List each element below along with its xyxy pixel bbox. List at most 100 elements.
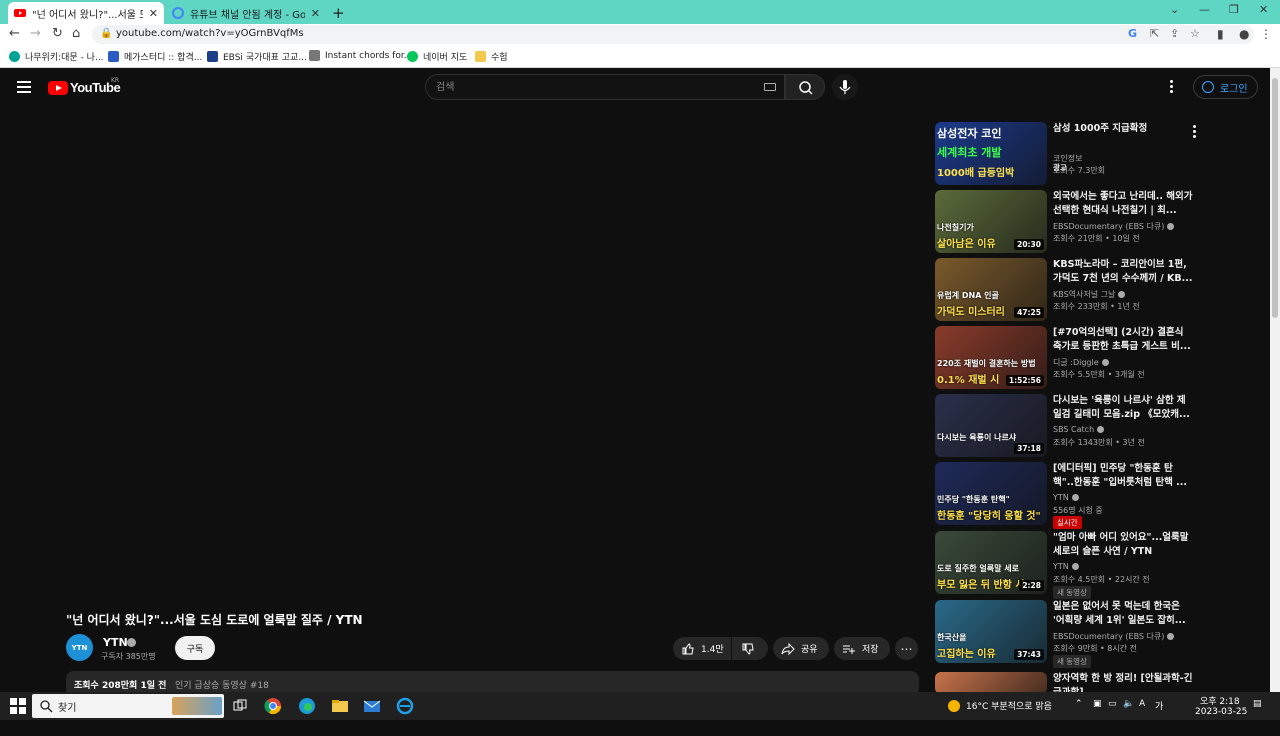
share-page-icon[interactable]: ⇪ (1170, 27, 1179, 40)
video-thumbnail[interactable]: 나전칠기가 살아남은 이유 20:30 (935, 190, 1047, 253)
new-tab-icon[interactable]: + (332, 4, 345, 22)
video-thumbnail[interactable]: 도로 질주한 얼룩말 세로 부모 잃은 뒤 반항 시 2:28 (935, 531, 1047, 594)
recommendation-channel[interactable]: EBSDocumentary (EBS 다큐) (1053, 221, 1175, 232)
video-thumbnail[interactable]: 220조 재벌이 결혼하는 방법 0.1% 재벌 시 1:52:56 (935, 326, 1047, 389)
bookmark-naver-map[interactable]: 네이버 지도 (407, 50, 467, 63)
recommendation-card[interactable]: 삼성전자 코인 세계최초 개발 1000배 급등임박 삼성 1000주 지급확정 코인정… (935, 122, 1210, 186)
recommendation-title[interactable]: 일본은 없어서 못 먹는데 한국은 '어획량 세계 1위' 일본도 잡히... (1053, 600, 1193, 628)
recommendation-card[interactable]: 유럽계 DNA 인골 가덕도 미스터리 47:25 KBS파노라마 – 코리안이브 1… (935, 258, 1210, 322)
scrollbar-thumb[interactable] (1272, 78, 1278, 318)
chrome-menu-icon[interactable]: ⋮ (1260, 27, 1272, 41)
install-app-icon[interactable]: ⇱ (1150, 27, 1159, 40)
network-icon[interactable]: ▭ (1108, 699, 1117, 709)
recommendation-title[interactable]: [에디터픽] 민주당 "한동훈 탄핵"..한동훈 "입버릇처럼 탄핵 ... (1053, 462, 1193, 490)
subscribe-button[interactable]: 구독 (175, 636, 215, 660)
video-thumbnail[interactable]: 민주당 "한동훈 탄핵" 한동훈 "당당히 응할 것" (935, 462, 1047, 525)
page-scrollbar[interactable] (1270, 68, 1280, 692)
recommendation-title[interactable]: 다시보는 '육룡이 나르샤' 삼한 제일검 길태미 모음.zip 《모았캐... (1053, 394, 1193, 422)
browser-tab-youtube[interactable]: "넌 어디서 왔니?"...서울 도심 도 ✕ (8, 2, 164, 24)
recommendation-card[interactable]: 민주당 "한동훈 탄핵" 한동훈 "당당히 응할 것" [에디터픽] 민주당 "한동… (935, 462, 1210, 529)
recommendation-title[interactable]: KBS파노라마 – 코리안이브 1편, 가덕도 7천 년의 수수께끼 / KB.… (1053, 258, 1193, 286)
internet-explorer-icon[interactable] (396, 697, 414, 715)
recommendation-card[interactable]: 220조 재벌이 결혼하는 방법 0.1% 재벌 시 1:52:56 [#70억의선택… (935, 326, 1210, 390)
recommendation-card[interactable]: 한국산을 고집하는 이유 37:43 일본은 없어서 못 먹는데 한국은 '어획량 세… (935, 600, 1210, 668)
clock-date[interactable]: 2023-03-25 (1195, 707, 1247, 717)
trending-label[interactable]: 인기 급상승 동영상 #18 (175, 678, 269, 691)
weather-text[interactable]: 16°C 부분적으로 맑음 (966, 699, 1052, 712)
recommendation-channel[interactable]: YTN (1053, 562, 1079, 571)
task-view-icon[interactable] (231, 697, 249, 715)
clock-time[interactable]: 오후 2:18 (1200, 694, 1240, 707)
taskbar-search[interactable]: 찾기 (32, 694, 224, 718)
bookmark-folder-exam[interactable]: 수험 (475, 50, 508, 63)
ime-icon[interactable]: A (1139, 699, 1145, 709)
menu-icon[interactable] (17, 81, 31, 93)
recommendation-card[interactable]: 도로 질주한 얼룩말 세로 부모 잃은 뒤 반항 시 2:28 "엄마 아빠 어디 있… (935, 531, 1210, 599)
mail-icon[interactable] (363, 697, 381, 715)
tab-search-icon[interactable]: ⌄ (1170, 3, 1179, 16)
tray-overflow-icon[interactable]: ⌃ (1075, 699, 1083, 709)
recommendation-channel[interactable]: YTN (1053, 493, 1079, 502)
recommendation-channel[interactable]: 디글 :Diggle (1053, 357, 1109, 368)
home-icon[interactable]: ⌂ (72, 26, 80, 41)
minimize-icon[interactable]: — (1199, 3, 1210, 16)
settings-more-icon[interactable] (1170, 80, 1174, 94)
login-button[interactable]: 로그인 (1193, 75, 1258, 99)
bookmark-instant-chords[interactable]: Instant chords for... (309, 50, 412, 61)
video-player[interactable] (0, 108, 930, 598)
google-lens-icon[interactable]: G (1128, 27, 1137, 40)
recommendation-card[interactable]: 나전칠기가 살아남은 이유 20:30 외국에서는 좋다고 난리데.. 해외가 선택한… (935, 190, 1210, 254)
browser-tab-google[interactable]: 유튜브 채널 안됨 계정 - Google ✕ (166, 2, 326, 24)
video-thumbnail[interactable]: 한국산을 고집하는 이유 37:43 (935, 600, 1047, 663)
windows-start-icon[interactable] (9, 697, 27, 715)
thumbnail-caption: 세계최초 개발 (937, 146, 1002, 159)
video-thumbnail[interactable]: 삼성전자 코인 세계최초 개발 1000배 급등임박 (935, 122, 1047, 185)
profile-icon[interactable]: ● (1239, 27, 1249, 41)
recommendation-title[interactable]: 삼성 1000주 지급확정 (1053, 122, 1193, 136)
bookmark-megastudy[interactable]: 메가스터디 :: 합격... (108, 50, 202, 63)
close-tab-icon[interactable]: ✕ (311, 7, 320, 20)
address-bar[interactable]: 🔒 youtube.com/watch?v=yOGrnBVqfMs G ⇱ ⇪ … (92, 25, 1254, 44)
close-window-icon[interactable]: ✕ (1259, 3, 1268, 16)
share-button[interactable]: 공유 (773, 637, 829, 660)
recommendation-channel[interactable]: KBS역사저널 그날 (1053, 289, 1126, 300)
youtube-logo[interactable]: YouTube KR (48, 77, 121, 95)
channel-avatar[interactable]: YTN (66, 634, 93, 661)
back-icon[interactable]: ← (9, 26, 20, 41)
voice-search-button[interactable] (832, 74, 858, 100)
chrome-icon[interactable] (264, 697, 282, 715)
volume-icon[interactable]: 🔈 (1123, 699, 1134, 709)
weather-icon[interactable] (945, 697, 963, 715)
search-input[interactable] (436, 78, 756, 96)
recommendation-title[interactable]: [#70억의선택] (2시간) 결혼식 축가로 등판한 초특급 게스트 비... (1053, 326, 1193, 354)
edge-icon[interactable] (298, 697, 316, 715)
save-button[interactable]: 저장 (834, 637, 890, 660)
more-actions-button[interactable]: ⋯ (895, 637, 918, 660)
bookmark-namuwiki[interactable]: 나무위키:대문 - 나... (9, 50, 104, 63)
side-panel-icon[interactable]: ▮ (1217, 27, 1224, 41)
bookmark-star-icon[interactable]: ☆ (1190, 27, 1200, 40)
ad-more-icon[interactable] (1193, 125, 1197, 140)
video-thumbnail[interactable]: 유럽계 DNA 인골 가덕도 미스터리 47:25 (935, 258, 1047, 321)
like-button[interactable]: 1.4만 (673, 637, 731, 660)
video-thumbnail[interactable]: 다시보는 육룡이 나르샤 37:18 (935, 394, 1047, 457)
bookmark-ebsi[interactable]: EBSi 국가대표 고교... (207, 50, 307, 63)
search-button[interactable] (785, 74, 825, 100)
restore-icon[interactable]: ❐ (1229, 3, 1239, 16)
ime-han-icon[interactable]: 가 (1155, 699, 1163, 712)
channel-name[interactable]: YTN (103, 636, 128, 649)
tray-app-icon[interactable]: ▣ (1093, 699, 1102, 709)
recommendation-channel[interactable]: EBSDocumentary (EBS 다큐) (1053, 631, 1175, 642)
forward-icon[interactable]: → (30, 26, 41, 41)
video-thumbnail[interactable] (935, 672, 1047, 694)
recommendation-channel[interactable]: SBS Catch (1053, 425, 1105, 434)
recommendation-title[interactable]: "엄마 아빠 어디 있어요"...얼룩말 세로의 슬픈 사연 / YTN (1053, 531, 1193, 559)
dislike-button[interactable] (732, 637, 768, 660)
reload-icon[interactable]: ↻ (52, 26, 63, 41)
notification-icon[interactable]: ▤ (1253, 699, 1262, 709)
file-explorer-icon[interactable] (331, 697, 349, 715)
recommendation-card[interactable]: 다시보는 육룡이 나르샤 37:18 다시보는 '육룡이 나르샤' 삼한 제일검 길… (935, 394, 1210, 458)
close-tab-icon[interactable]: ✕ (149, 7, 158, 20)
keyboard-icon[interactable] (764, 83, 776, 91)
recommendation-title[interactable]: 외국에서는 좋다고 난리데.. 해외가 선택한 현대식 나전칠기 | 최... (1053, 190, 1193, 218)
